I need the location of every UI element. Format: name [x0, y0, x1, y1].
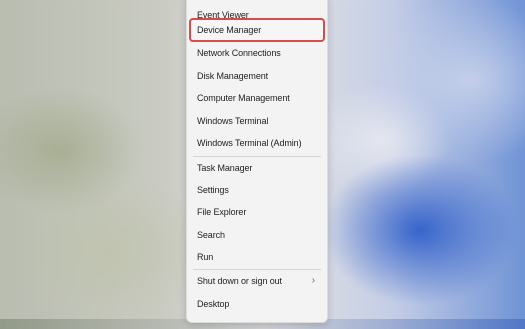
chevron-right-icon: › — [311, 275, 315, 286]
menu-item-run[interactable]: Run — [191, 247, 323, 267]
desktop-background: Event Viewer Device Manager Network Conn… — [0, 0, 525, 329]
menu-item-desktop[interactable]: Desktop — [191, 294, 323, 314]
menu-separator — [193, 269, 321, 270]
menu-item-shut-down-or-sign-out[interactable]: Shut down or sign out › — [191, 271, 323, 291]
menu-item-settings[interactable]: Settings — [191, 180, 323, 200]
menu-item-windows-terminal[interactable]: Windows Terminal — [191, 111, 323, 131]
menu-separator — [193, 156, 321, 157]
menu-item-task-manager[interactable]: Task Manager — [191, 158, 323, 178]
winx-context-menu: Event Viewer Device Manager Network Conn… — [186, 0, 328, 323]
menu-item-label: Shut down or sign out — [197, 276, 282, 286]
menu-item-windows-terminal-admin[interactable]: Windows Terminal (Admin) — [191, 133, 323, 153]
menu-item-disk-management[interactable]: Disk Management — [191, 66, 323, 86]
menu-item-file-explorer[interactable]: File Explorer — [191, 202, 323, 222]
menu-item-search[interactable]: Search — [191, 225, 323, 245]
menu-item-computer-management[interactable]: Computer Management — [191, 88, 323, 108]
menu-item-device-manager[interactable]: Device Manager — [189, 18, 325, 42]
menu-item-network-connections[interactable]: Network Connections — [191, 43, 323, 63]
